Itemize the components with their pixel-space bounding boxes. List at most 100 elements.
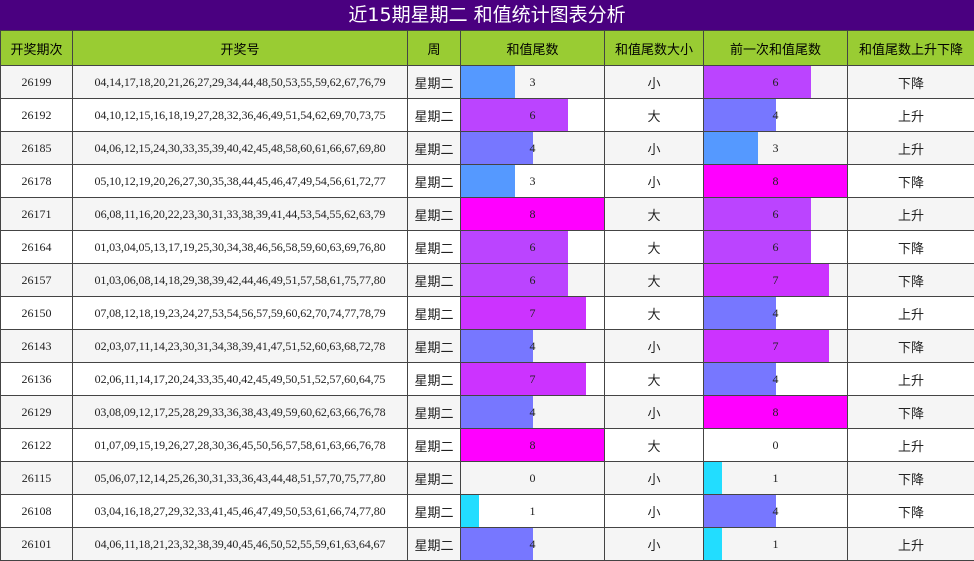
trend-cell: 上升 [848,132,974,165]
header-week: 周 [408,31,461,66]
tail-cell-value: 6 [461,231,604,263]
size-cell: 大 [605,297,704,330]
tail-cell-value: 1 [461,495,604,527]
numbers-cell: 02,06,11,14,17,20,24,33,35,40,42,45,49,5… [73,363,408,396]
size-cell: 大 [605,198,704,231]
header-numbers: 开奖号 [73,31,408,66]
numbers-cell: 04,06,12,15,24,30,33,35,39,40,42,45,48,5… [73,132,408,165]
tail-cell-value: 8 [461,198,604,230]
prev-tail-cell: 4 [704,495,848,528]
trend-cell: 下降 [848,396,974,429]
week-cell: 星期二 [408,198,461,231]
tail-cell: 6 [461,99,605,132]
trend-cell: 下降 [848,330,974,363]
header-trend: 和值尾数上升下降 [848,31,974,66]
prev-tail-cell-value: 0 [704,429,847,461]
size-cell: 大 [605,231,704,264]
numbers-cell: 01,07,09,15,19,26,27,28,30,36,45,50,56,5… [73,429,408,462]
tail-cell-value: 7 [461,297,604,329]
tail-cell: 4 [461,132,605,165]
issue-cell: 26108 [1,495,73,528]
tail-cell-value: 4 [461,396,604,428]
numbers-cell: 06,08,11,16,20,22,23,30,31,33,38,39,41,4… [73,198,408,231]
week-cell: 星期二 [408,528,461,561]
prev-tail-cell: 1 [704,462,848,495]
trend-cell: 下降 [848,462,974,495]
prev-tail-cell-value: 4 [704,363,847,395]
size-cell: 小 [605,330,704,363]
size-cell: 小 [605,132,704,165]
week-cell: 星期二 [408,462,461,495]
prev-tail-cell-value: 4 [704,99,847,131]
size-cell: 大 [605,363,704,396]
prev-tail-cell: 4 [704,99,848,132]
trend-cell: 上升 [848,429,974,462]
trend-cell: 下降 [848,165,974,198]
issue-cell: 26199 [1,66,73,99]
issue-cell: 26192 [1,99,73,132]
table-row: 2616401,03,04,05,13,17,19,25,30,34,38,46… [1,231,974,264]
issue-cell: 26129 [1,396,73,429]
week-cell: 星期二 [408,429,461,462]
tail-cell: 0 [461,462,605,495]
prev-tail-cell-value: 8 [704,165,847,197]
tail-cell-value: 7 [461,363,604,395]
tail-cell-value: 8 [461,429,604,461]
stats-table: 开奖期次 开奖号 周 和值尾数 和值尾数大小 前一次和值尾数 和值尾数上升下降 … [0,30,974,561]
tail-cell-value: 6 [461,99,604,131]
size-cell: 小 [605,165,704,198]
tail-cell: 6 [461,231,605,264]
trend-cell: 下降 [848,495,974,528]
tail-cell-value: 6 [461,264,604,296]
table-row: 2612201,07,09,15,19,26,27,28,30,36,45,50… [1,429,974,462]
tail-cell-value: 3 [461,165,604,197]
table-row: 2613602,06,11,14,17,20,24,33,35,40,42,45… [1,363,974,396]
tail-cell: 8 [461,429,605,462]
week-cell: 星期二 [408,330,461,363]
issue-cell: 26122 [1,429,73,462]
numbers-cell: 05,10,12,19,20,26,27,30,35,38,44,45,46,4… [73,165,408,198]
prev-tail-cell: 6 [704,66,848,99]
table-row: 2614302,03,07,11,14,23,30,31,34,38,39,41… [1,330,974,363]
tail-cell-value: 4 [461,132,604,164]
table-row: 2617805,10,12,19,20,26,27,30,35,38,44,45… [1,165,974,198]
tail-cell: 4 [461,528,605,561]
tail-cell: 3 [461,66,605,99]
issue-cell: 26171 [1,198,73,231]
trend-cell: 下降 [848,231,974,264]
size-cell: 大 [605,264,704,297]
prev-tail-cell-value: 7 [704,264,847,296]
issue-cell: 26115 [1,462,73,495]
tail-cell: 7 [461,363,605,396]
trend-cell: 上升 [848,198,974,231]
tail-cell: 3 [461,165,605,198]
header-issue: 开奖期次 [1,31,73,66]
trend-cell: 下降 [848,264,974,297]
tail-cell-value: 3 [461,66,604,98]
table-row: 2610104,06,11,18,21,23,32,38,39,40,45,46… [1,528,974,561]
size-cell: 小 [605,396,704,429]
prev-tail-cell-value: 4 [704,495,847,527]
prev-tail-cell-value: 6 [704,231,847,263]
table-row: 2619904,14,17,18,20,21,26,27,29,34,44,48… [1,66,974,99]
week-cell: 星期二 [408,231,461,264]
week-cell: 星期二 [408,165,461,198]
issue-cell: 26164 [1,231,73,264]
trend-cell: 上升 [848,363,974,396]
prev-tail-cell-value: 6 [704,198,847,230]
prev-tail-cell: 7 [704,264,848,297]
prev-tail-cell: 7 [704,330,848,363]
header-size: 和值尾数大小 [605,31,704,66]
prev-tail-cell: 4 [704,363,848,396]
size-cell: 小 [605,528,704,561]
issue-cell: 26101 [1,528,73,561]
numbers-cell: 01,03,04,05,13,17,19,25,30,34,38,46,56,5… [73,231,408,264]
table-row: 2618504,06,12,15,24,30,33,35,39,40,42,45… [1,132,974,165]
prev-tail-cell-value: 1 [704,462,847,494]
issue-cell: 26185 [1,132,73,165]
tail-cell: 1 [461,495,605,528]
prev-tail-cell-value: 8 [704,396,847,428]
issue-cell: 26143 [1,330,73,363]
week-cell: 星期二 [408,495,461,528]
numbers-cell: 04,14,17,18,20,21,26,27,29,34,44,48,50,5… [73,66,408,99]
